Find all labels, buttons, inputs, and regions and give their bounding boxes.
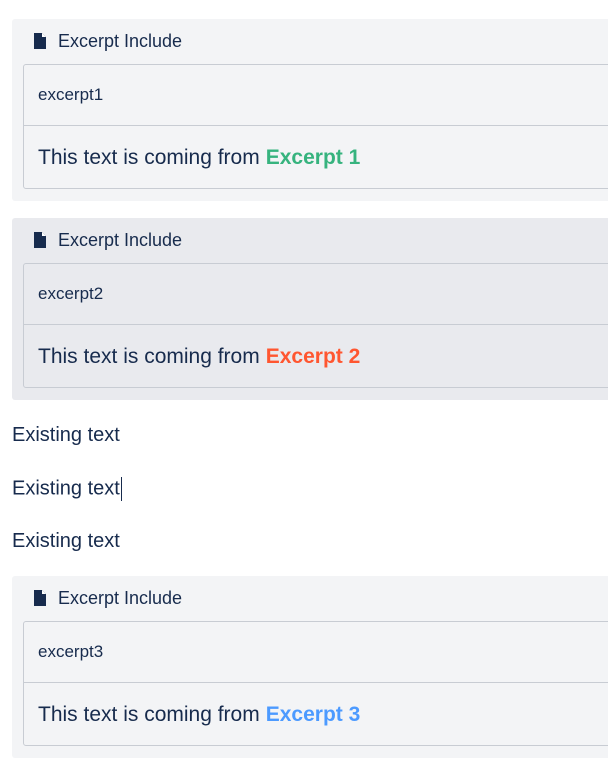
macro-header: Excerpt Include [32, 31, 182, 51]
document-icon [34, 33, 46, 49]
excerpt-text: This text is coming from [38, 703, 260, 726]
excerpt-highlight: Excerpt 1 [265, 146, 361, 169]
paragraph-text: Existing text [12, 477, 120, 500]
excerpt-name: excerpt1 [24, 65, 608, 126]
excerpt-text: This text is coming from [38, 345, 260, 368]
excerpt-panel: excerpt1 This text is coming from Excerp… [23, 64, 608, 189]
excerpt-include-macro-1[interactable]: Excerpt Include excerpt1 This text is co… [12, 19, 608, 201]
excerpt-name: excerpt3 [24, 622, 608, 683]
macro-header: Excerpt Include [32, 230, 182, 250]
excerpt-highlight: Excerpt 2 [265, 345, 361, 368]
excerpt-panel: excerpt2 This text is coming from Excerp… [23, 263, 608, 388]
text-cursor [120, 477, 122, 501]
excerpt-content: This text is coming from Excerpt 1 [24, 126, 608, 190]
excerpt-panel: excerpt3 This text is coming from Excerp… [23, 621, 608, 746]
excerpt-name: excerpt2 [24, 264, 608, 325]
excerpt-content: This text is coming from Excerpt 2 [24, 325, 608, 389]
excerpt-content: This text is coming from Excerpt 3 [24, 683, 608, 747]
macro-title: Excerpt Include [58, 30, 183, 51]
excerpt-highlight: Excerpt 3 [265, 703, 361, 726]
document-icon [34, 590, 46, 606]
paragraph[interactable]: Existing text [12, 424, 120, 447]
macro-title: Excerpt Include [58, 229, 183, 250]
paragraph[interactable]: Existing text [12, 530, 120, 553]
document-icon [34, 232, 46, 248]
macro-title: Excerpt Include [58, 587, 183, 608]
macro-header: Excerpt Include [32, 588, 182, 608]
excerpt-include-macro-3[interactable]: Excerpt Include excerpt3 This text is co… [12, 576, 608, 758]
excerpt-include-macro-2[interactable]: Excerpt Include excerpt2 This text is co… [12, 218, 608, 400]
excerpt-text: This text is coming from [38, 146, 260, 169]
editor-page: Excerpt Include excerpt1 This text is co… [0, 0, 608, 768]
paragraph-with-cursor[interactable]: Existing text [12, 477, 122, 501]
